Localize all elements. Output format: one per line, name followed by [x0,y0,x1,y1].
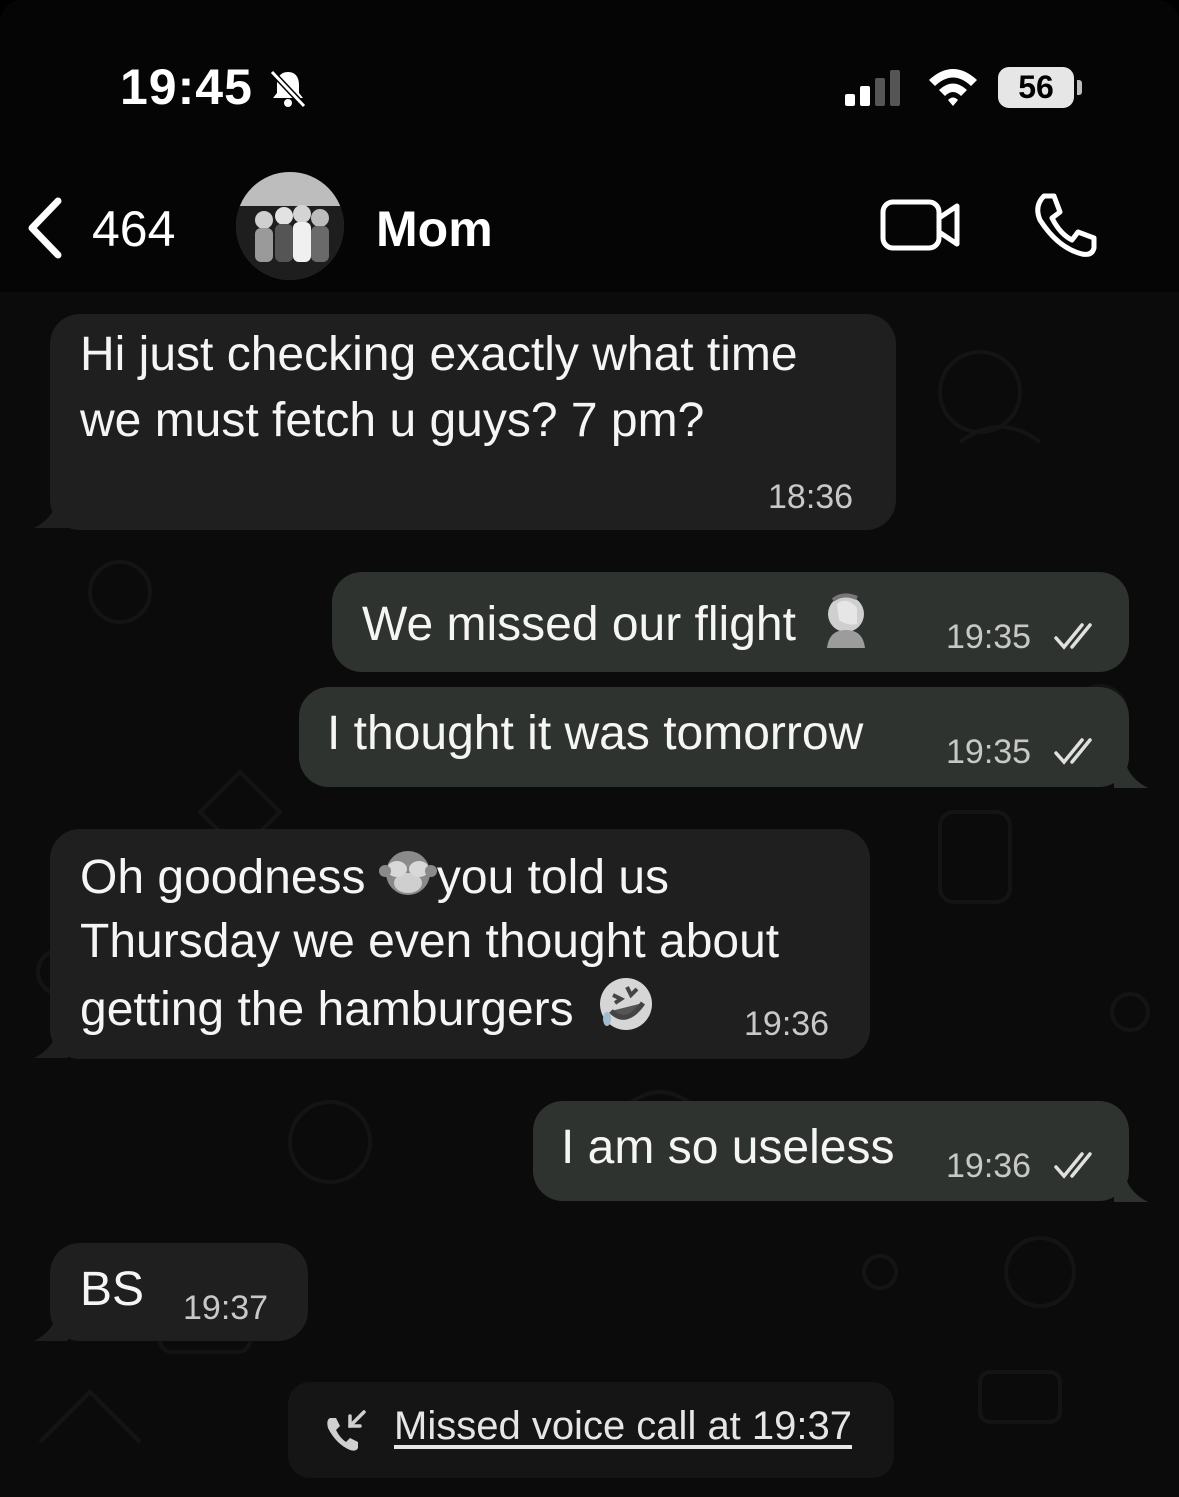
bubble-tail [34,1311,68,1341]
bell-muted-icon [269,69,307,109]
read-receipt-icon [1054,738,1092,765]
missed-call-icon [327,1410,366,1451]
message-time: 19:37 [183,1289,269,1327]
face-palm-emoji-icon [827,593,866,648]
missed-call-text[interactable]: Missed voice call at 19:37 [394,1404,852,1449]
message-text: I am so useless [561,1121,895,1174]
bubble-tail [34,1028,68,1058]
message-text-content: Oh goodness [80,851,366,904]
read-receipt-icon [1054,1152,1092,1179]
message-text: We missed our flight [362,590,875,658]
message-text: Thursday we even thought about [80,915,780,968]
message-bubble-incoming[interactable]: Oh goodness you told us Thursday we even… [50,829,870,1059]
message-time: 18:36 [768,478,854,516]
message-text: I thought it was tomorrow [327,707,864,760]
message-text: Oh goodness you told us [80,843,669,911]
message-text-content: getting the hamburgers [80,983,574,1036]
battery-indicator: 56 [998,67,1074,108]
back-unread-count[interactable]: 464 [92,200,175,258]
rolling-on-floor-laughing-emoji-icon [599,978,652,1030]
back-chevron-icon[interactable] [26,197,66,259]
chat-screen: 19:45 56 464 Mom Hi just checking exactl… [0,0,1179,1497]
message-bubble-outgoing[interactable]: I thought it was tomorrow 19:35 [299,687,1129,787]
message-time: 19:36 [744,1005,830,1043]
message-text-content: We missed our flight [362,598,796,651]
missed-call-notice[interactable]: Missed voice call at 19:37 [288,1382,894,1478]
bubble-tail [1114,758,1148,788]
message-text: getting the hamburgers [80,975,655,1043]
cellular-signal-icon [845,70,900,106]
avatar[interactable] [236,172,344,280]
message-bubble-outgoing[interactable]: We missed our flight 19:35 [332,572,1129,672]
contact-name[interactable]: Mom [376,200,493,258]
message-list[interactable]: Hi just checking exactly what time we mu… [0,292,1179,1497]
status-time: 19:45 [120,59,253,115]
message-bubble-outgoing[interactable]: I am so useless 19:36 [533,1101,1129,1201]
phone-call-icon[interactable] [1030,190,1100,260]
bubble-tail [1114,1172,1148,1202]
message-time: 19:35 [946,733,1032,771]
message-text: we must fetch u guys? 7 pm? [80,394,705,447]
message-text: BS [80,1263,145,1316]
message-time: 19:36 [946,1147,1032,1185]
read-receipt-icon [1054,623,1092,650]
message-bubble-incoming[interactable]: Hi just checking exactly what time we mu… [50,314,896,530]
video-call-icon[interactable] [880,197,962,253]
wifi-icon [929,69,977,106]
message-text: Hi just checking exactly what time [80,328,798,381]
message-bubble-incoming[interactable]: BS 19:37 [50,1243,308,1341]
see-no-evil-monkey-emoji-icon [378,851,437,895]
message-text-content: you told us [436,851,670,904]
message-time: 19:35 [946,618,1032,656]
battery-tip [1077,80,1082,95]
